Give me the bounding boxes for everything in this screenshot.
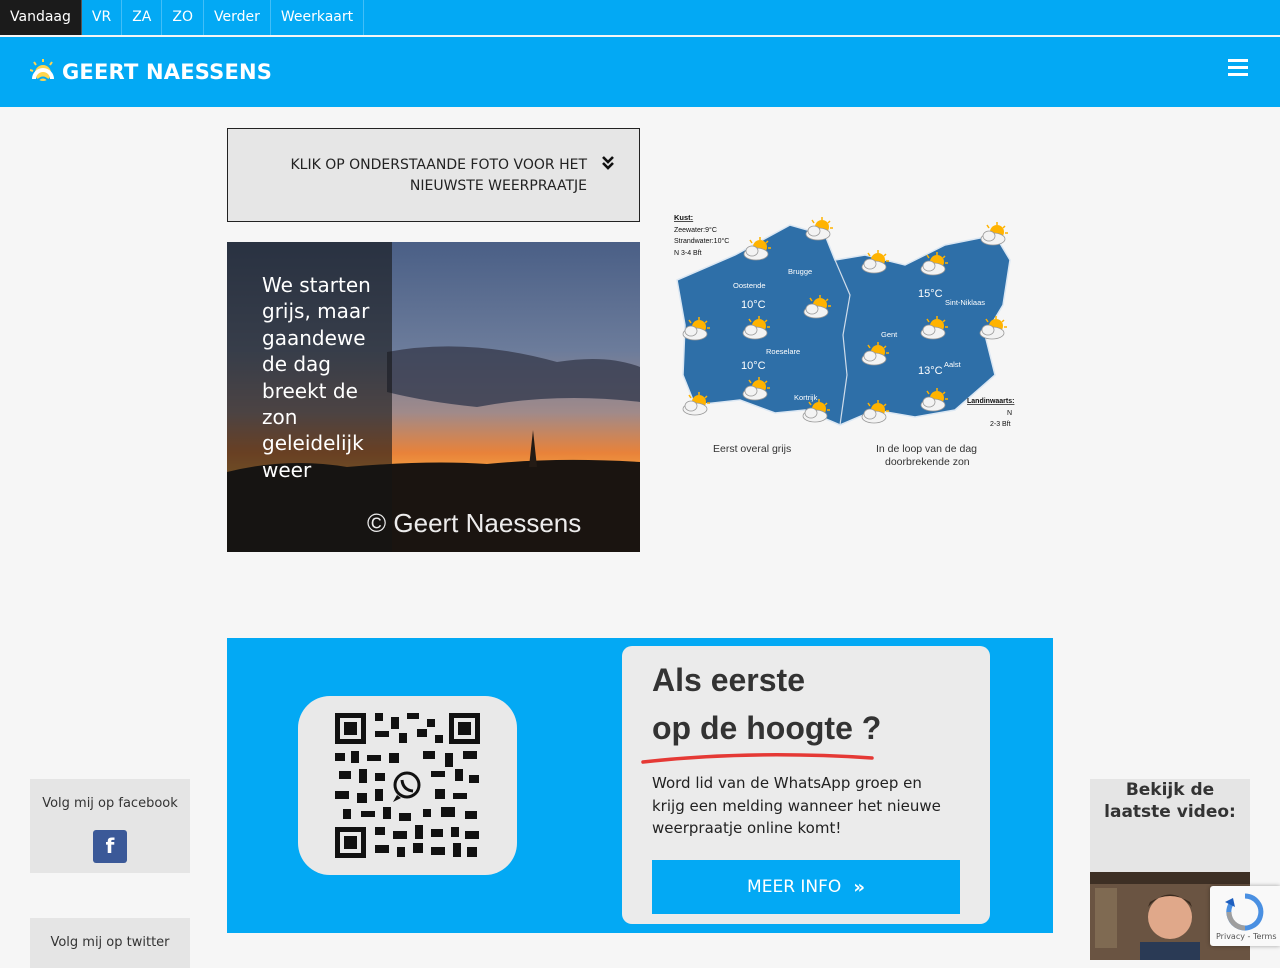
facebook-follow-label: Volg mij op facebook	[42, 796, 178, 811]
map-city-gent: Gent	[881, 330, 898, 339]
photo-copyright: © Geert Naessens	[367, 508, 582, 538]
tab-za[interactable]: ZA	[122, 0, 163, 35]
map-coast-line-3: N 3-4 Bft	[674, 250, 702, 257]
facebook-follow-box: Volg mij op facebook f	[30, 779, 190, 873]
banner-text: KLIK OP ONDERSTAANDE FOTO VOOR HET NIEUW…	[290, 157, 587, 194]
click-photo-banner[interactable]: KLIK OP ONDERSTAANDE FOTO VOOR HET NIEUW…	[227, 128, 640, 222]
qr-code-icon	[335, 713, 480, 858]
map-temp-2: 10°C	[741, 360, 766, 372]
recaptcha-links[interactable]: Privacy - Terms	[1216, 932, 1277, 941]
map-city-kortrijk: Kortrijk	[794, 393, 818, 402]
whatsapp-promo: Als eerste op de hoogte ? Word lid van d…	[227, 638, 1053, 933]
twitter-follow-label: Volg mij op twitter	[50, 935, 170, 950]
map-caption-right-1: In de loop van de dag	[876, 443, 977, 455]
map-caption-left: Eerst overal grijs	[713, 443, 791, 455]
map-city-aalst: Aalst	[944, 360, 962, 369]
tab-zo[interactable]: ZO	[162, 0, 204, 35]
whatsapp-qr-card	[298, 696, 517, 875]
map-city-sint-niklaas: Sint-Niklaas	[945, 298, 985, 307]
map-coast-title: Kust:	[674, 213, 693, 222]
map-city-roeselare: Roeselare	[766, 347, 800, 356]
meer-info-button[interactable]: MEER INFO »	[652, 860, 960, 914]
map-temp-3: 15°C	[918, 288, 943, 300]
map-caption-right-2: doorbrekende zon	[885, 456, 970, 468]
tab-verder[interactable]: Verder	[204, 0, 271, 35]
map-inland-line-1: N	[1007, 410, 1012, 417]
tab-vandaag[interactable]: Vandaag	[0, 0, 82, 35]
double-chevron-down-icon	[602, 156, 614, 170]
meer-info-label: MEER INFO	[747, 877, 842, 897]
promo-body: Word lid van de WhatsApp groep en krijg …	[652, 774, 941, 837]
twitter-follow-box: Volg mij op twitter	[30, 918, 190, 968]
tab-weerkaart[interactable]: Weerkaart	[271, 0, 365, 35]
red-underline-decoration	[641, 753, 874, 764]
photo-caption: We starten grijs, maar gaandewe de dag b…	[262, 273, 371, 482]
sun-logo-icon	[30, 59, 54, 81]
map-coast-line-1: Zeewater:9°C	[674, 226, 717, 234]
latest-video-title: Bekijk de laatste video:	[1104, 780, 1236, 822]
recaptcha-icon	[1225, 893, 1264, 931]
promo-title-line1: Als eerste	[652, 662, 805, 698]
recaptcha-badge[interactable]: Privacy - Terms	[1210, 886, 1280, 946]
logo-text: GEERT NAESSENS	[62, 60, 273, 84]
site-logo[interactable]: GEERT NAESSENS	[30, 57, 272, 87]
map-city-oostende: Oostende	[733, 281, 766, 290]
map-temp-1: 10°C	[741, 299, 766, 311]
weather-video-photo[interactable]: We starten grijs, maar gaandewe de dag b…	[227, 242, 640, 552]
weather-map: Kust: Zeewater:9°C Strandwater:10°C N 3-…	[665, 205, 1030, 475]
double-chevron-right-icon: »	[853, 876, 865, 898]
site-header: GEERT NAESSENS	[0, 37, 1280, 107]
map-inland-title: Landinwaarts:	[967, 398, 1014, 405]
whatsapp-info-card: Als eerste op de hoogte ? Word lid van d…	[622, 646, 990, 924]
map-inland-line-2: 2-3 Bft	[990, 421, 1011, 428]
day-tabs: Vandaag VR ZA ZO Verder Weerkaart	[0, 0, 1280, 35]
promo-title-line2: op de hoogte ?	[652, 710, 882, 746]
map-city-brugge: Brugge	[788, 267, 812, 276]
map-coast-line-2: Strandwater:10°C	[674, 237, 729, 245]
facebook-icon[interactable]: f	[93, 830, 127, 863]
hamburger-icon[interactable]	[1228, 59, 1248, 77]
map-temp-4: 13°C	[918, 365, 943, 377]
tab-vr[interactable]: VR	[82, 0, 123, 35]
